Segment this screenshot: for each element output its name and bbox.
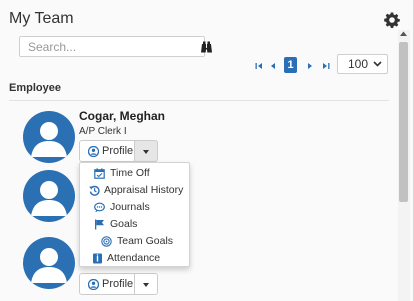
menu-item-label: Team Goals [117, 235, 174, 247]
menu-item-attendance[interactable]: Attendance [80, 250, 189, 267]
previous-page-icon[interactable] [269, 61, 278, 71]
page-size-value: 100 [348, 57, 369, 71]
caret-down-icon [143, 150, 149, 154]
avatar [23, 170, 75, 222]
menu-item-team-goals[interactable]: Team Goals [80, 233, 189, 250]
menu-item-label: Journals [110, 201, 150, 213]
employee-role: A/P Clerk I [79, 126, 127, 137]
menu-item-appraisal-history[interactable]: Appraisal History [80, 182, 189, 199]
search-box [19, 36, 212, 57]
menu-item-goals[interactable]: Goals [80, 216, 189, 233]
person-icon [31, 122, 67, 157]
scrollbar-thumb[interactable] [399, 42, 408, 202]
binoculars-icon[interactable] [200, 41, 213, 53]
avatar [23, 111, 75, 163]
my-team-panel: My Team 1 100 Employee Cogar [0, 0, 414, 301]
current-page-button[interactable]: 1 [284, 57, 297, 73]
chevron-down-icon [373, 61, 382, 67]
user-circle-icon [88, 279, 99, 290]
caret-down-icon [143, 283, 149, 287]
flag-icon [95, 219, 104, 230]
profile-dropdown-menu: Time Off Appraisal History Journals Goal… [79, 162, 190, 267]
header-divider [9, 100, 389, 101]
avatar [23, 237, 75, 289]
profile-button[interactable]: Profile [79, 140, 135, 162]
profile-button[interactable]: Profile [79, 273, 135, 295]
panel-title: My Team [9, 10, 74, 27]
attendance-icon [93, 253, 102, 264]
menu-item-time-off[interactable]: Time Off [80, 165, 189, 182]
page-size-select[interactable]: 100 [337, 54, 388, 74]
profile-button-label: Profile [102, 145, 134, 157]
person-icon [31, 181, 67, 216]
person-icon [31, 248, 67, 283]
profile-button-label: Profile [102, 278, 134, 290]
calendar-icon [94, 168, 105, 179]
profile-dropdown-toggle[interactable] [135, 140, 158, 162]
first-page-icon[interactable] [255, 61, 264, 71]
menu-item-label: Appraisal History [104, 184, 184, 196]
next-page-icon[interactable] [305, 61, 314, 71]
search-input[interactable] [28, 39, 178, 54]
menu-item-label: Time Off [110, 167, 150, 179]
comment-icon [94, 202, 105, 213]
user-circle-icon [88, 146, 99, 157]
history-icon [89, 185, 100, 196]
profile-dropdown-toggle[interactable] [135, 273, 158, 295]
employee-name[interactable]: Cogar, Meghan [79, 109, 165, 123]
gear-icon[interactable] [384, 12, 400, 28]
menu-item-label: Goals [110, 218, 138, 230]
last-page-icon[interactable] [321, 61, 330, 71]
scroll-up-arrow-icon[interactable] [400, 31, 407, 37]
menu-item-label: Attendance [107, 252, 161, 264]
employee-column-header: Employee [9, 82, 61, 94]
menu-item-journals[interactable]: Journals [80, 199, 189, 216]
team-goals-icon [101, 236, 112, 247]
